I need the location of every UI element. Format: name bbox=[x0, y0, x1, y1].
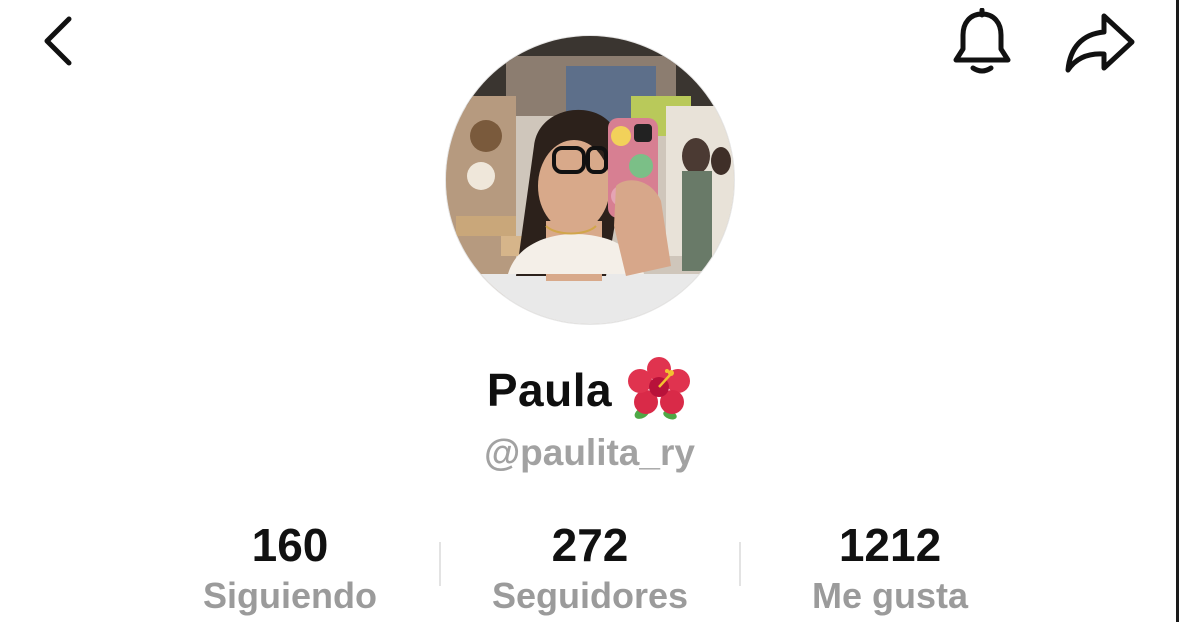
likes-count: 1212 bbox=[838, 519, 942, 571]
following-count: 160 bbox=[251, 519, 329, 571]
notification-button[interactable] bbox=[946, 6, 1018, 78]
likes-label: Me gusta bbox=[811, 575, 969, 616]
chevron-left-icon bbox=[44, 16, 72, 66]
stat-following[interactable]: 160 Siguiendo bbox=[140, 518, 440, 620]
avatar[interactable] bbox=[446, 36, 734, 324]
bell-icon bbox=[953, 8, 1011, 74]
following-label: Siguiendo bbox=[203, 575, 377, 616]
display-name: Paula bbox=[486, 364, 613, 416]
username: @paulita_ry bbox=[484, 432, 695, 473]
profile-photo bbox=[446, 36, 734, 324]
back-button[interactable] bbox=[28, 10, 90, 72]
followers-count: 272 bbox=[551, 519, 629, 571]
stat-followers[interactable]: 272 Seguidores bbox=[440, 518, 740, 620]
stats-row: 160 Siguiendo 272 Seguidores 1212 Me gus… bbox=[140, 518, 1040, 622]
followers-label: Seguidores bbox=[491, 575, 689, 616]
stat-likes[interactable]: 1212 Me gusta bbox=[740, 518, 1040, 620]
share-arrow-icon bbox=[1065, 13, 1135, 73]
share-button[interactable] bbox=[1062, 6, 1138, 78]
hibiscus-icon bbox=[628, 357, 691, 420]
name-row: Paula bbox=[0, 352, 1179, 428]
